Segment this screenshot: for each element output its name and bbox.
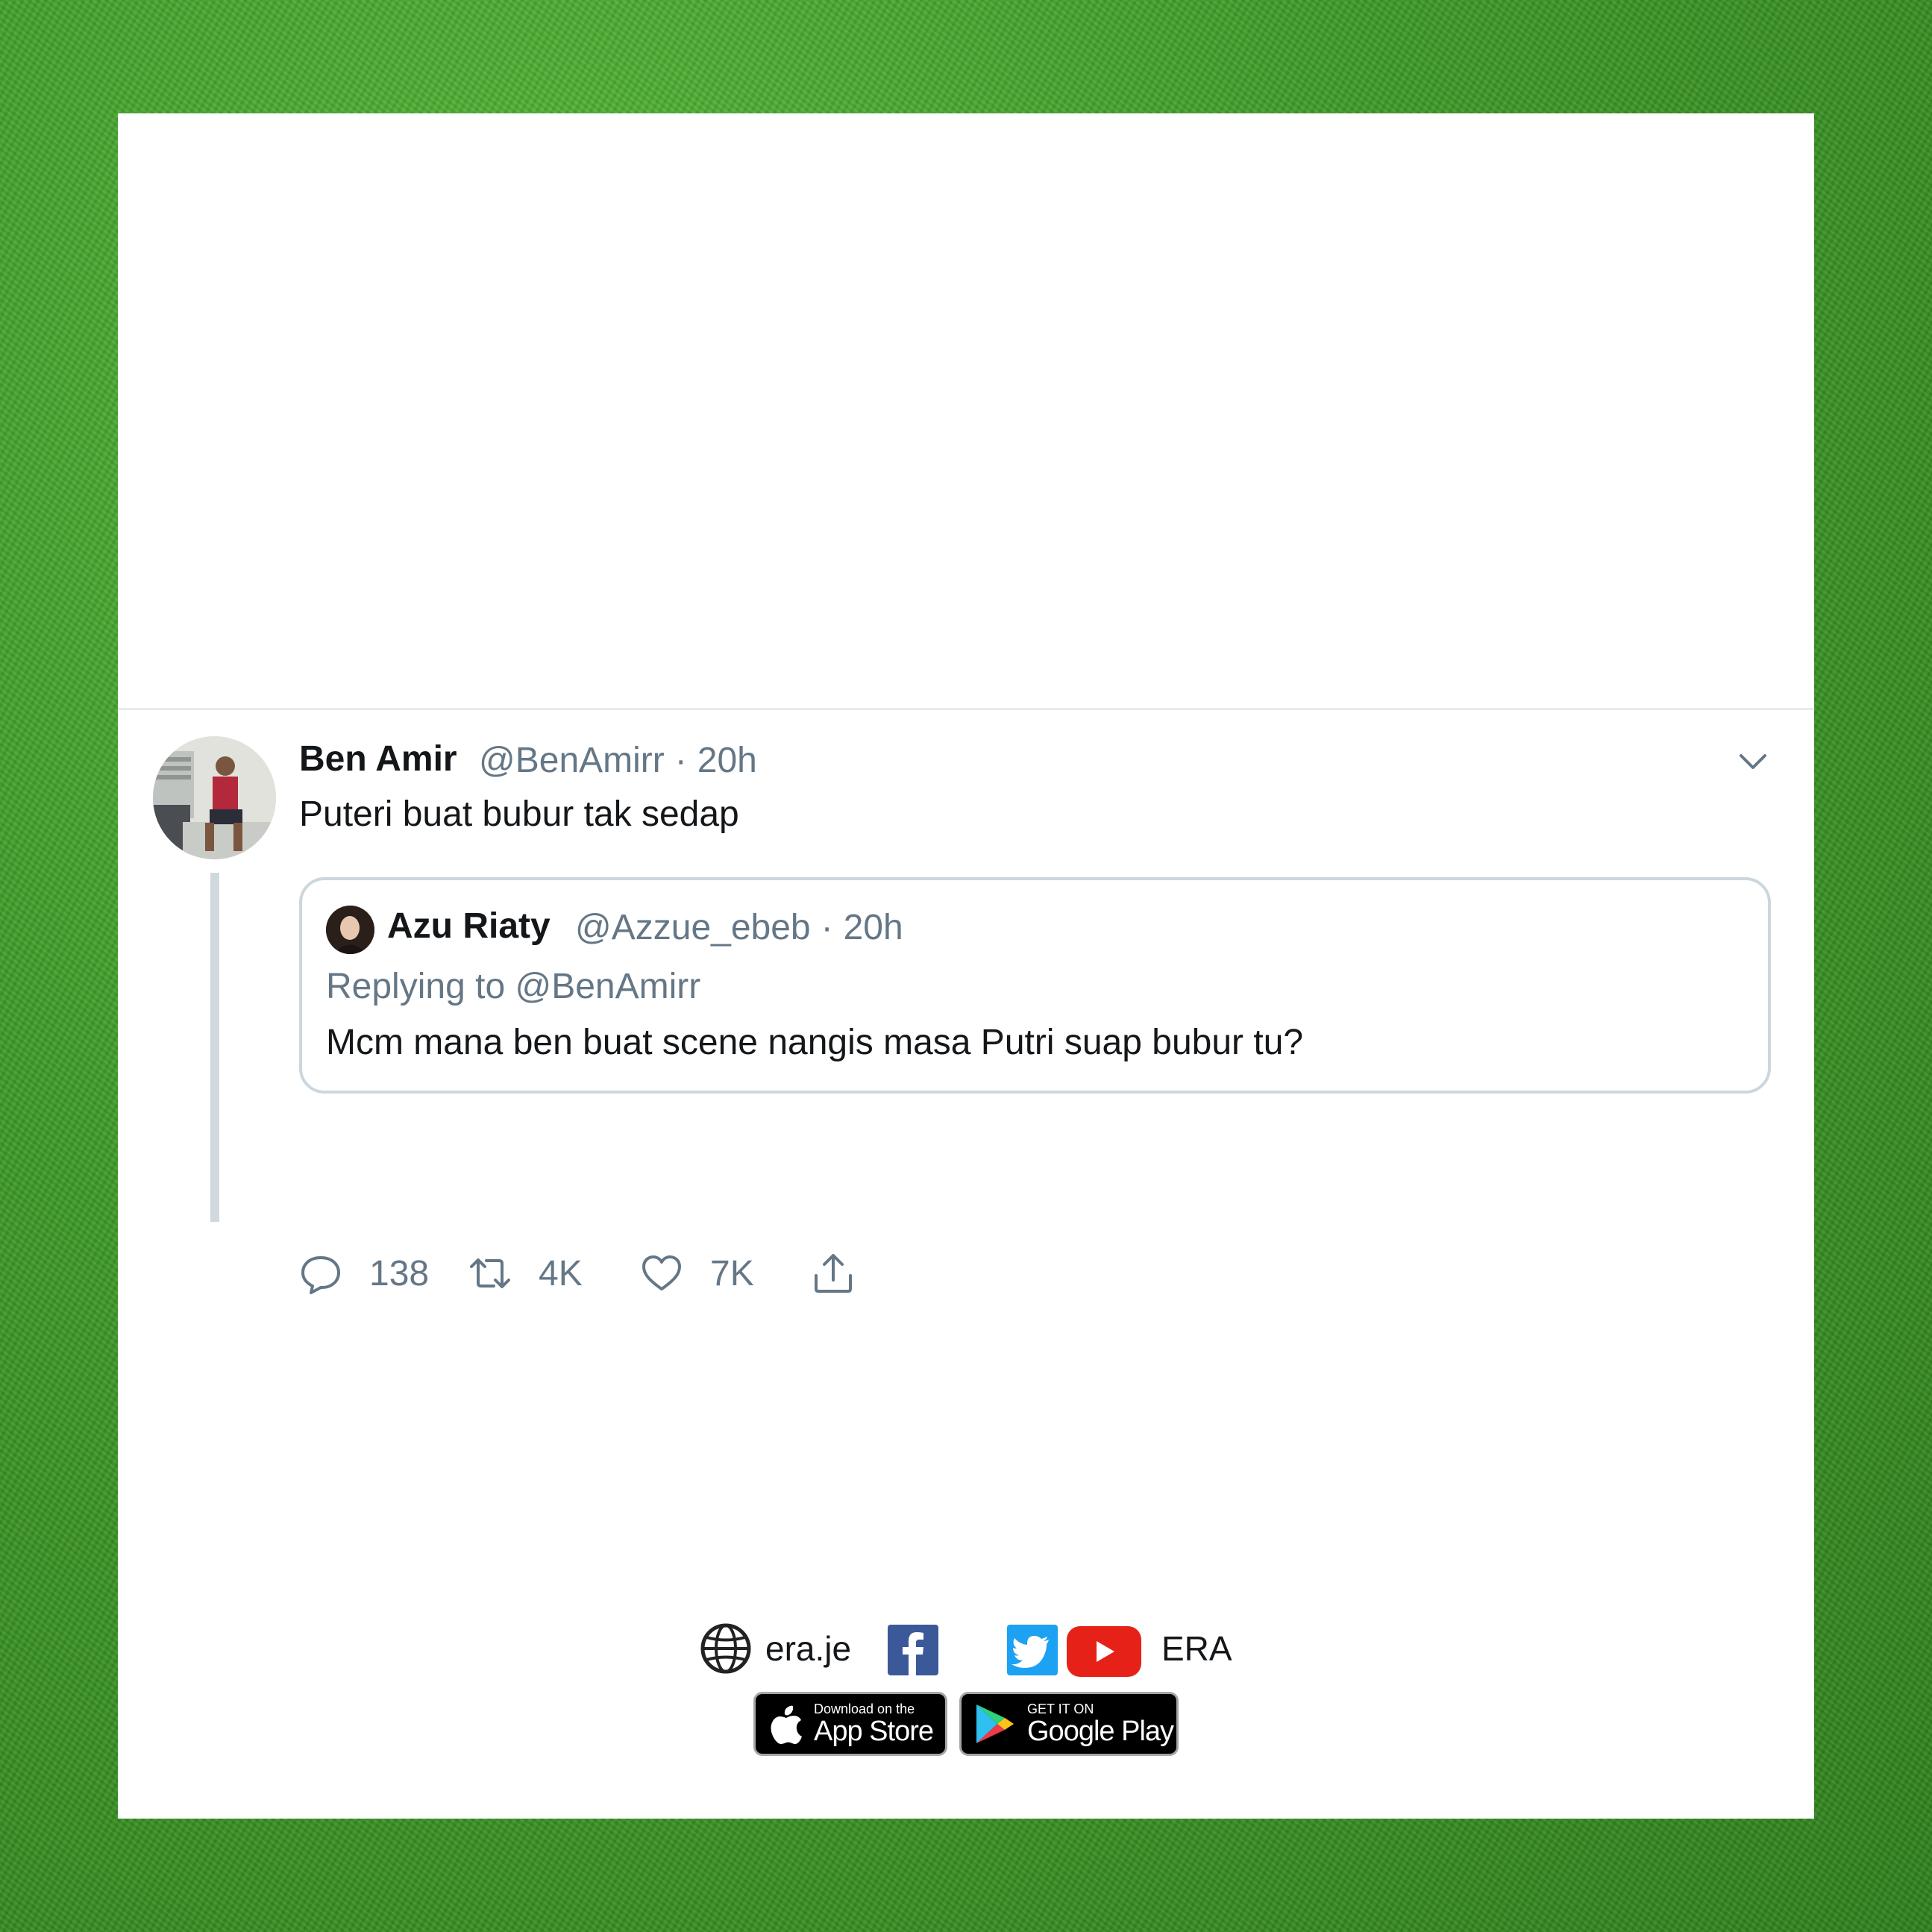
- website-link[interactable]: era.je: [700, 1622, 851, 1675]
- google-play-big-label: Google Play: [1027, 1716, 1174, 1747]
- retweet-button[interactable]: 4K: [468, 1247, 583, 1299]
- like-button[interactable]: 7K: [640, 1247, 754, 1299]
- quoted-meta-separator: ·: [821, 908, 833, 947]
- thread-line: [210, 873, 219, 1222]
- quoted-handle[interactable]: @Azzue_ebeb: [575, 908, 811, 947]
- app-store-big-label: App Store: [814, 1716, 934, 1747]
- meta-separator: ·: [674, 741, 687, 780]
- share-icon: [815, 1254, 852, 1293]
- tweet-text: Puteri buat bubur tak sedap: [299, 794, 739, 834]
- tweet-card: Ben Amir @BenAmirr · 20h Puteri buat bubur…: [118, 113, 1814, 1819]
- apple-icon: [771, 1705, 802, 1744]
- facebook-icon[interactable]: [888, 1625, 938, 1675]
- replying-to[interactable]: Replying to @BenAmirr: [326, 966, 700, 1007]
- website-label: era.je: [765, 1629, 852, 1668]
- tweet-meta: @BenAmirr · 20h: [479, 740, 768, 781]
- share-button[interactable]: [812, 1247, 855, 1299]
- author-handle[interactable]: @BenAmirr: [479, 741, 665, 780]
- youtube-icon[interactable]: [1067, 1626, 1141, 1677]
- reply-button[interactable]: 138: [299, 1247, 429, 1299]
- quoted-author-name[interactable]: Azu Riaty: [387, 906, 551, 947]
- retweet-count: 4K: [539, 1253, 583, 1293]
- quoted-tweet[interactable]: Azu Riaty @Azzue_ebeb · 20h Replying to @B…: [299, 877, 1771, 1094]
- globe-icon: [700, 1623, 751, 1674]
- like-icon: [642, 1255, 681, 1290]
- google-play-icon: [976, 1704, 1014, 1743]
- tweet-time[interactable]: 20h: [697, 741, 757, 780]
- author-name[interactable]: Ben Amir: [299, 738, 457, 780]
- retweet-icon: [470, 1258, 510, 1288]
- app-store-small-label: Download on the: [814, 1702, 915, 1716]
- twitter-icon[interactable]: [1007, 1625, 1058, 1675]
- reply-count: 138: [369, 1253, 430, 1293]
- google-play-badge[interactable]: GET IT ON Google Play: [959, 1692, 1179, 1756]
- google-play-small-label: GET IT ON: [1027, 1702, 1094, 1716]
- like-count: 7K: [710, 1253, 754, 1293]
- avatar[interactable]: [153, 736, 276, 859]
- quoted-text: Mcm mana ben buat scene nangis masa Putr…: [326, 1023, 1304, 1062]
- reply-icon: [301, 1256, 340, 1294]
- quoted-meta: @Azzue_ebeb · 20h: [575, 907, 914, 948]
- quoted-time[interactable]: 20h: [844, 908, 903, 947]
- chevron-down-icon[interactable]: [1735, 744, 1771, 780]
- app-store-badge[interactable]: Download on the App Store: [753, 1692, 947, 1756]
- quoted-avatar[interactable]: [326, 906, 374, 954]
- divider: [118, 708, 1814, 710]
- brand-label: ERA: [1161, 1629, 1232, 1668]
